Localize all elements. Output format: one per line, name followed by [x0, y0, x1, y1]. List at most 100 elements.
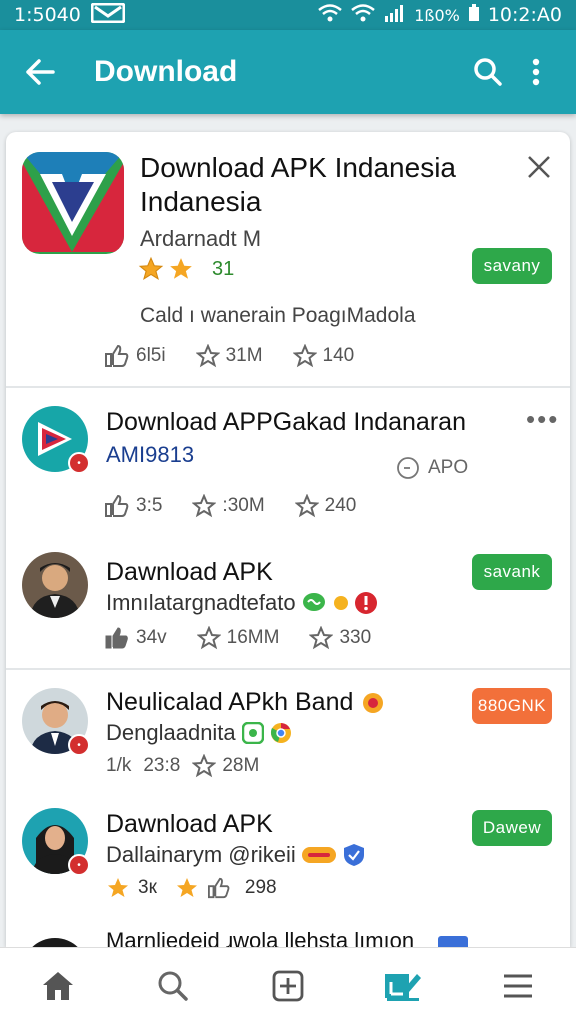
item-title: Download APPGakad Indanaran [106, 408, 466, 436]
star-icon [138, 256, 164, 280]
close-button[interactable] [526, 154, 556, 184]
badge-icon: • [68, 452, 90, 474]
featured-downloads: 31M [225, 345, 263, 366]
battery-text: 1ß0% [414, 5, 460, 25]
app-badge-icon [241, 722, 264, 744]
search-icon [474, 58, 502, 86]
chat-icon [302, 592, 328, 614]
save-button[interactable]: 880GNK [472, 688, 552, 724]
divider [6, 668, 570, 670]
avatar: • [22, 688, 90, 756]
wifi-alt-icon [350, 4, 376, 26]
add-box-icon [272, 970, 304, 1002]
star-outline-icon [292, 344, 317, 368]
item-title: Dawnload APK [106, 810, 273, 838]
featured-title-line1: Download APK Indanesia [140, 152, 456, 183]
thumbs-up-icon [105, 494, 129, 517]
signal-icon [384, 4, 406, 26]
star-outline-icon [195, 344, 220, 368]
arrow-back-icon [26, 59, 55, 85]
item-subtitle: AMI9813 [106, 442, 195, 467]
more-options-button[interactable] [512, 48, 560, 96]
downloads-edit-icon [385, 974, 422, 1001]
badge-icon: • [68, 854, 90, 876]
status-bar: 1:5040 1ß0% 10:2:A0 [0, 0, 576, 30]
clock-icon [397, 457, 419, 479]
shield-icon [342, 843, 366, 867]
nav-menu[interactable] [488, 956, 548, 1016]
item-subtitle: Denglaadnita [106, 720, 236, 745]
item-stats: 34v 16MM 330 [104, 626, 371, 650]
item-subtitle: Imnılatargnadtefato [106, 590, 296, 615]
featured-save-button[interactable]: savany [472, 248, 552, 284]
item-title: Neulicalad APkh Band [106, 688, 354, 716]
item-rating: 3к 298 [106, 876, 277, 900]
status-time: 1:5040 [14, 4, 81, 26]
home-icon [42, 972, 73, 1000]
toggle-icon [333, 594, 348, 612]
clock: 10:2:A0 [487, 4, 562, 26]
featured-title-line2: Indanesia [140, 186, 262, 217]
nav-add[interactable] [258, 956, 318, 1016]
featured-app-icon [22, 152, 124, 254]
avatar [22, 938, 88, 947]
more-options-button[interactable]: ••• [526, 404, 559, 435]
battery-icon [468, 4, 480, 26]
menu-icon [504, 974, 533, 998]
app-badge-icon [438, 936, 468, 947]
item-stats: 3:5 :30M 240 [104, 494, 356, 518]
item-subtitle-row: Denglaadnita [106, 720, 292, 746]
badge-pill-icon [301, 845, 336, 865]
chrome-icon [270, 722, 292, 744]
item-title: Marnliedeid ɹwola llehsta lımıon [106, 928, 415, 947]
nav-home[interactable] [28, 956, 88, 1016]
thumbs-up-icon [105, 627, 128, 649]
search-icon [158, 971, 188, 1001]
save-button[interactable]: savank [472, 554, 552, 590]
item-subtitle: Dallainarym @rikeii [106, 842, 296, 867]
record-icon [361, 691, 385, 715]
star-icon [170, 258, 192, 279]
star-outline-icon [192, 494, 217, 518]
item-status: APO [396, 456, 468, 480]
nav-search[interactable] [143, 956, 203, 1016]
item-title: Dawnload APK [106, 558, 273, 586]
search-button[interactable] [464, 48, 512, 96]
featured-rating: 31 [138, 256, 234, 282]
page-title: Download [94, 55, 238, 88]
back-button[interactable] [16, 48, 64, 96]
save-button[interactable]: Dawew [472, 810, 552, 846]
featured-likes: 6l5i [136, 345, 166, 366]
thumbs-up-icon [105, 344, 129, 367]
wifi-icon [318, 4, 342, 26]
bottom-navigation [0, 947, 576, 1024]
item-stats: 1/k 23:8 28M [106, 754, 260, 778]
mail-icon [90, 2, 126, 28]
featured-developer: Ardarnadt M [140, 226, 262, 251]
featured-stats: 6l5i 31M 140 [104, 344, 354, 368]
avatar [22, 552, 88, 618]
alert-icon [354, 591, 378, 615]
star-outline-icon [192, 754, 217, 778]
featured-description: Cald ı wanerain PoagıMadola [140, 304, 416, 327]
star-outline-icon [196, 626, 221, 650]
item-subtitle-row: Imnılatargnadtefato [106, 590, 378, 616]
featured-rating-text: 31 [212, 257, 235, 280]
nav-downloads[interactable] [373, 956, 433, 1016]
thumbs-up-icon [207, 877, 230, 899]
featured-stars: 140 [322, 345, 355, 366]
download-list: Download APK Indanesia Indanesia Ardarna… [6, 132, 570, 947]
item-subtitle-row: Dallainarym @rikeii [106, 842, 366, 868]
app-icon: • [22, 406, 90, 474]
star-icon [176, 878, 197, 897]
star-icon [108, 878, 128, 897]
item-title-row: Neulicalad APkh Band [106, 688, 385, 717]
app-bar: Download [0, 30, 576, 114]
avatar: • [22, 808, 90, 876]
star-outline-icon [294, 494, 319, 518]
more-vert-icon [532, 58, 540, 86]
divider [6, 386, 570, 388]
badge-icon: • [68, 734, 90, 756]
star-outline-icon [309, 626, 334, 650]
close-icon [528, 156, 550, 178]
